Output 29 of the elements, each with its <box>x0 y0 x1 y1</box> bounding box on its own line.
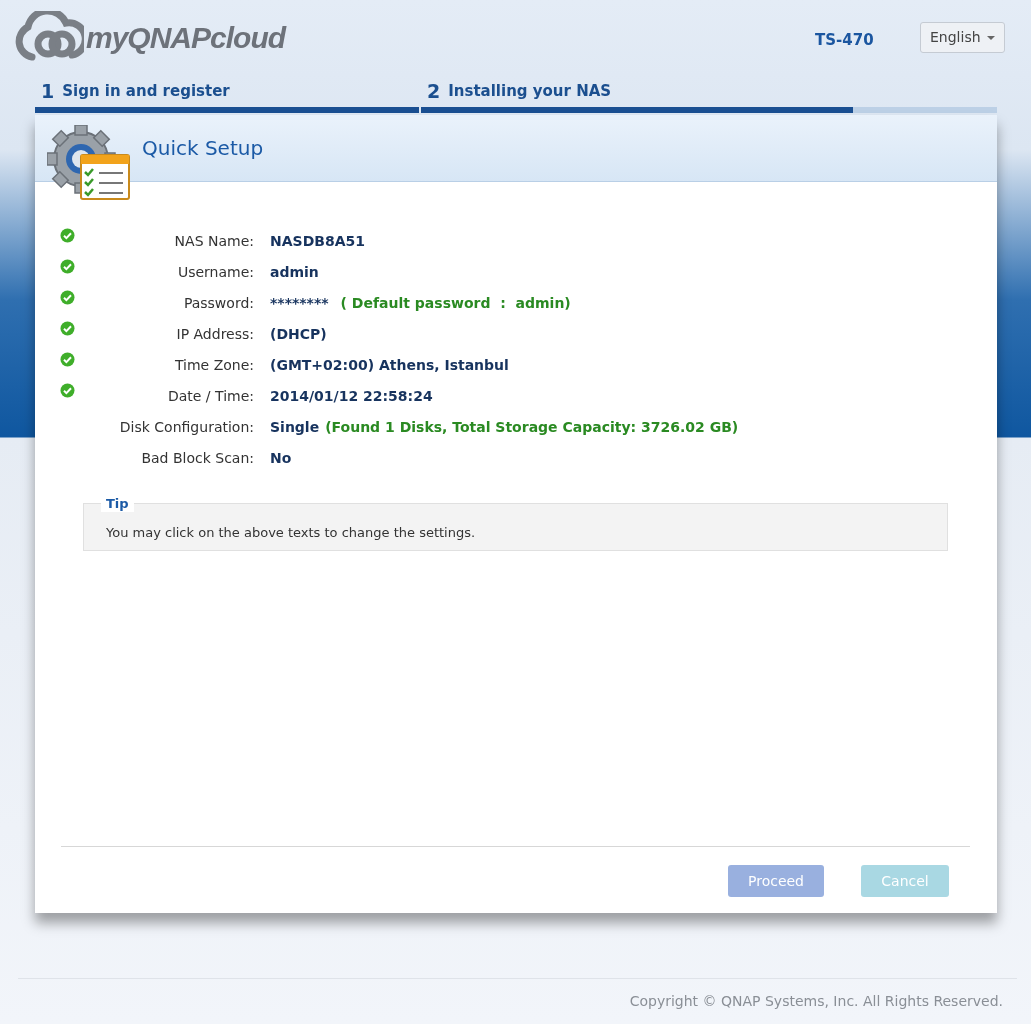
field-value[interactable]: (DHCP) <box>270 324 327 345</box>
step-label: 1 Sign in and register <box>40 80 231 103</box>
field-value[interactable]: No <box>270 448 292 469</box>
field-value[interactable]: admin <box>270 262 319 283</box>
model-name: TS-470 <box>815 30 874 51</box>
field-note: ( Default password : admin) <box>340 294 571 313</box>
field-value[interactable]: NASDB8A51 <box>270 231 365 252</box>
field-value[interactable]: ******** <box>270 293 329 314</box>
tip-text: You may click on the above texts to change the settings. <box>106 524 476 542</box>
field-label: Time Zone: <box>174 357 254 373</box>
copyright-text: Copyright © QNAP Systems, Inc. All Rights Reserved. <box>629 992 1003 1011</box>
tip-title: Tip <box>101 496 134 512</box>
language-dropdown[interactable]: English <box>920 22 1005 53</box>
field-label: Bad Block Scan: <box>141 450 254 466</box>
field-label: Username: <box>177 264 254 280</box>
field-label: Disk Configuration: <box>119 419 254 435</box>
panel-title: Quick Setup <box>142 135 264 162</box>
field-value[interactable]: Single <box>270 417 320 438</box>
step-label: 2 Installing your NAS <box>426 80 613 103</box>
field-label: IP Address: <box>176 326 254 342</box>
field-value[interactable]: (GMT+02:00) Athens, Istanbul <box>270 355 509 376</box>
field-value[interactable]: 2014/01/12 22:58:24 <box>270 386 433 407</box>
field-note: (Found 1 Disks, Total Storage Capacity: 3726.02 GB) <box>325 418 739 437</box>
cloud-logo-icon <box>14 11 84 63</box>
caret-icon <box>986 35 995 40</box>
field-label: NAS Name: <box>174 233 254 249</box>
field-label: Password: <box>183 295 254 311</box>
logo-text: myQNAPcloud <box>86 19 286 56</box>
field-label: Date / Time: <box>167 388 254 404</box>
